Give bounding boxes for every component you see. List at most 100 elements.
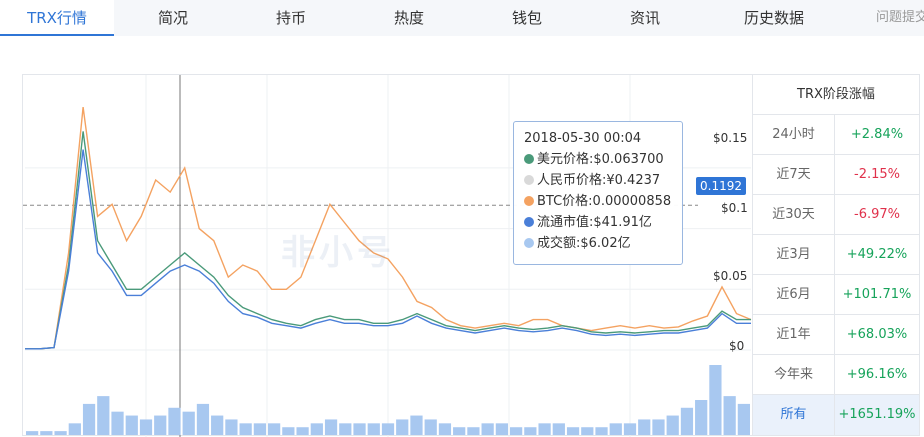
volume-bar xyxy=(225,419,238,435)
volume-bar xyxy=(552,423,565,435)
legend-dot-icon xyxy=(524,154,534,164)
volume-bar xyxy=(638,419,651,435)
period-label: 所有 xyxy=(753,395,835,435)
volume-bar xyxy=(538,423,551,435)
tab-trx-market[interactable]: TRX行情 xyxy=(0,0,114,36)
volume-bar xyxy=(623,423,637,435)
legend-dot-icon xyxy=(524,196,534,206)
tab-history[interactable]: 历史数据 xyxy=(704,0,844,36)
volume-bar xyxy=(737,403,750,435)
change-value: -2.15% xyxy=(854,167,900,182)
volume-bar xyxy=(282,427,295,435)
volume-bar xyxy=(111,411,124,435)
change-value: +96.16% xyxy=(846,367,908,382)
volume-bar xyxy=(438,423,452,435)
volume-bar xyxy=(40,431,53,435)
change-value: +101.71% xyxy=(842,287,912,302)
period-label: 近30天 xyxy=(753,195,835,234)
tooltip-label: 流通市值:$41.91亿 xyxy=(537,215,652,230)
period-label: 近1年 xyxy=(753,315,835,354)
volume-bar xyxy=(396,419,409,435)
y-tick-label: $0.15 xyxy=(713,131,748,145)
tooltip-btc-price: BTC价格:0.00000858 xyxy=(524,191,672,212)
volume-bar xyxy=(68,423,81,435)
period-label: 近7天 xyxy=(753,155,835,194)
volume-bar xyxy=(168,407,181,435)
legend-dot-icon xyxy=(524,238,534,248)
volume-bar xyxy=(211,415,224,435)
price-chart[interactable]: 非小号 $0.15 $0.1 $0.05 $0 0.1192 2018-05-3… xyxy=(22,74,752,437)
volume-bar xyxy=(381,423,395,435)
period-label: 近3月 xyxy=(753,235,835,274)
volume-bar xyxy=(609,423,622,435)
volume-bar xyxy=(410,415,423,435)
performance-row[interactable]: 近30天 -6.97% xyxy=(753,195,919,235)
volume-bar xyxy=(125,415,138,435)
volume-bar xyxy=(453,427,466,435)
volume-bar xyxy=(524,427,537,435)
tab-feedback[interactable]: 问题提交 xyxy=(876,0,924,36)
performance-row[interactable]: 24小时 +2.84% xyxy=(753,115,919,155)
tab-overview[interactable]: 简况 xyxy=(114,0,232,36)
legend-dot-icon xyxy=(524,217,534,227)
volume-bar xyxy=(709,365,722,435)
tooltip-volume: 成交额:$6.02亿 xyxy=(524,233,672,254)
current-price-tag: 0.1192 xyxy=(696,177,746,195)
change-value: +2.84% xyxy=(850,127,904,142)
performance-row[interactable]: 近1年 +68.03% xyxy=(753,315,919,355)
volume-bar xyxy=(481,423,494,435)
performance-row[interactable]: 近7天 -2.15% xyxy=(753,155,919,195)
volume-bar xyxy=(695,400,708,435)
volume-bar xyxy=(54,431,67,435)
volume-bar xyxy=(324,419,338,435)
tab-news[interactable]: 资讯 xyxy=(586,0,704,36)
performance-row[interactable]: 近3月 +49.22% xyxy=(753,235,919,275)
volume-bar xyxy=(723,396,736,435)
performance-row[interactable]: 今年来 +96.16% xyxy=(753,355,919,395)
volume-bar xyxy=(253,423,266,435)
y-tick-label: $0.05 xyxy=(713,269,748,283)
volume-bar xyxy=(510,427,523,435)
volume-bar xyxy=(339,423,352,435)
volume-bar xyxy=(680,407,694,435)
y-tick-label: $0.1 xyxy=(721,201,748,215)
volume-bar xyxy=(82,403,96,435)
volume-bar xyxy=(652,419,665,435)
watermark-logo: 非小号 xyxy=(281,233,395,273)
performance-row[interactable]: 近6月 +101.71% xyxy=(753,275,919,315)
tooltip-label: 美元价格:$0.063700 xyxy=(537,152,664,167)
legend-dot-icon xyxy=(524,175,534,185)
tab-holders[interactable]: 持币 xyxy=(232,0,350,36)
period-label: 近6月 xyxy=(753,275,835,314)
tooltip-label: 成交额:$6.02亿 xyxy=(537,236,631,251)
performance-title: TRX阶段涨幅 xyxy=(753,75,919,115)
tooltip-date: 2018-05-30 00:04 xyxy=(524,131,642,146)
chart-tooltip: 2018-05-30 00:04 美元价格:$0.063700 人民币价格:¥0… xyxy=(513,121,683,265)
performance-row-selected[interactable]: 所有 +1651.19% xyxy=(753,395,919,435)
volume-bar xyxy=(26,431,39,435)
volume-bar xyxy=(196,403,210,435)
change-value: +49.22% xyxy=(846,247,908,262)
performance-table: TRX阶段涨幅 24小时 +2.84% 近7天 -2.15% 近30天 -6.97% … xyxy=(752,74,920,436)
tooltip-label: BTC价格:0.00000858 xyxy=(537,194,672,209)
volume-bar xyxy=(495,423,508,435)
y-tick-label: $0 xyxy=(729,339,745,353)
volume-bar xyxy=(139,419,153,435)
tab-popularity[interactable]: 热度 xyxy=(350,0,468,36)
period-label: 今年来 xyxy=(753,355,835,394)
tooltip-label: 人民币价格:¥0.4237 xyxy=(537,173,661,188)
tooltip-cny-price: 人民币价格:¥0.4237 xyxy=(524,170,672,191)
volume-bar xyxy=(566,427,580,435)
volume-bar xyxy=(296,427,309,435)
tooltip-usd-price: 美元价格:$0.063700 xyxy=(524,149,672,170)
tab-wallet[interactable]: 钱包 xyxy=(468,0,586,36)
volume-bar xyxy=(367,423,380,435)
volume-bar xyxy=(666,415,679,435)
change-value: -6.97% xyxy=(854,207,900,222)
volume-bar xyxy=(595,427,608,435)
change-value: +1651.19% xyxy=(838,407,916,422)
volume-bar xyxy=(424,419,437,435)
volume-bar xyxy=(154,415,167,435)
volume-bar xyxy=(467,427,480,435)
volume-bar xyxy=(353,423,366,435)
